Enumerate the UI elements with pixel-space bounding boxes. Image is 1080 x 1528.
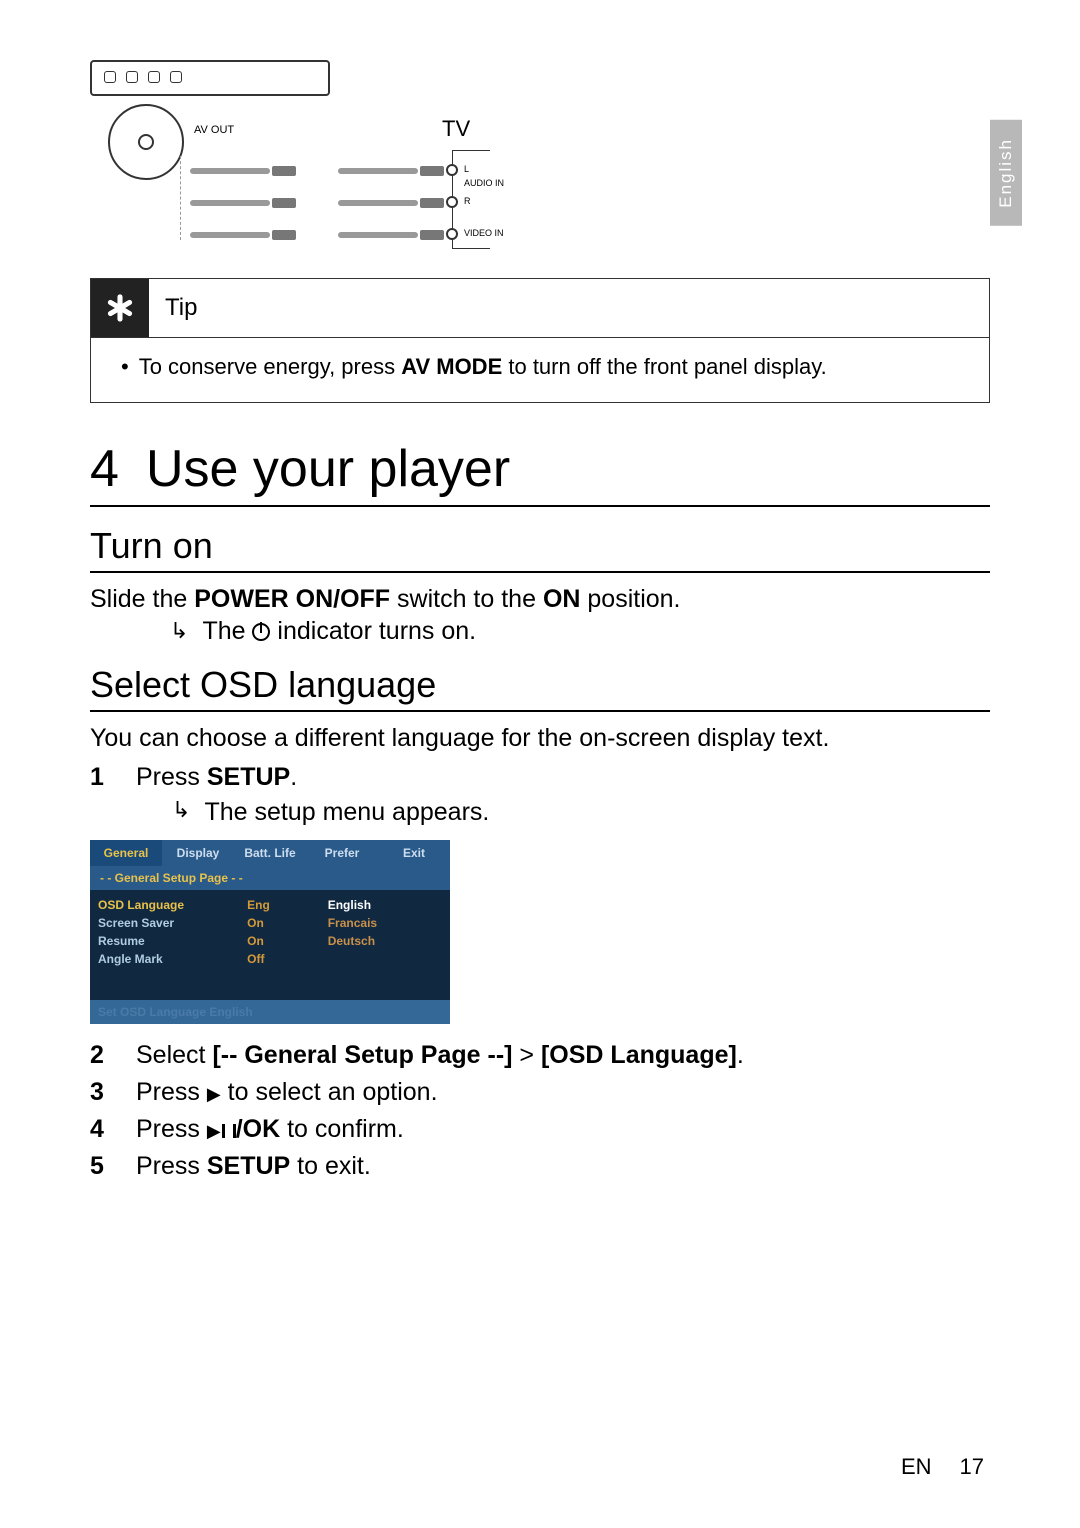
step-2: 2 Select [-- General Setup Page --] > [O… xyxy=(90,1038,990,1073)
steps-list: 1 Press SETUP. ↳ The setup menu appears. xyxy=(90,760,990,830)
osd-menu-screenshot: General Display Batt. Life Prefer Exit -… xyxy=(90,840,450,1024)
osd-val-eng: Eng xyxy=(247,896,316,914)
tip-title: Tip xyxy=(149,294,197,322)
tip-box: Tip •To conserve energy, press AV MODE t… xyxy=(90,278,990,403)
disc-icon xyxy=(108,104,184,180)
language-tab: English xyxy=(990,120,1022,226)
osd-tab-display: Display xyxy=(162,840,234,866)
result-arrow-icon: ↳ xyxy=(170,618,188,644)
av-out-label: AV OUT xyxy=(194,124,234,136)
osd-row-angle-mark: Angle Mark xyxy=(98,950,235,968)
steps-list-cont: 2 Select [-- General Setup Page --] > [O… xyxy=(90,1038,990,1184)
device-top-view xyxy=(90,60,330,96)
audio-in-label: AUDIO IN xyxy=(464,178,504,188)
l-label: L xyxy=(464,164,469,174)
section-title: Use your player xyxy=(146,440,510,498)
turn-on-result: ↳ The indicator turns on. xyxy=(90,617,990,646)
turn-on-heading: Turn on xyxy=(90,525,990,573)
footer-page-number: 17 xyxy=(960,1454,984,1480)
osd-lang-francais: Francais xyxy=(328,914,442,932)
osd-footer: Set OSD Language English xyxy=(90,1000,450,1024)
select-osd-heading: Select OSD language xyxy=(90,664,990,712)
connection-diagram: AV OUT TV L R AUDIO IN VIDEO IN xyxy=(90,60,570,260)
tip-body: •To conserve energy, press AV MODE to tu… xyxy=(91,338,989,402)
tv-label: TV xyxy=(442,116,470,142)
osd-page-bar: - - General Setup Page - - xyxy=(90,866,450,890)
result-arrow-icon: ↳ xyxy=(172,795,190,830)
osd-tabs: General Display Batt. Life Prefer Exit xyxy=(90,840,450,866)
osd-tab-prefer: Prefer xyxy=(306,840,378,866)
page-footer: EN 17 xyxy=(901,1454,984,1480)
osd-val-on2: On xyxy=(247,932,316,950)
osd-row-screen-saver: Screen Saver xyxy=(98,914,235,932)
video-in-label: VIDEO IN xyxy=(464,228,504,238)
osd-lang-deutsch: Deutsch xyxy=(328,932,442,950)
osd-val-off: Off xyxy=(247,950,316,968)
osd-tab-exit: Exit xyxy=(378,840,450,866)
tip-header: Tip xyxy=(91,279,989,338)
step-3: 3 Press to select an option. xyxy=(90,1075,990,1110)
play-icon xyxy=(207,1078,221,1106)
step-4: 4 Press /OK to confirm. xyxy=(90,1112,990,1147)
play-pause-icon xyxy=(207,1119,236,1144)
section-heading: 4Use your player xyxy=(90,439,990,507)
section-number: 4 xyxy=(90,439,146,499)
osd-row-resume: Resume xyxy=(98,932,235,950)
osd-lang-english: English xyxy=(328,896,442,914)
select-osd-intro: You can choose a different language for … xyxy=(90,722,990,756)
r-label: R xyxy=(464,196,471,206)
step-5: 5 Press SETUP to exit. xyxy=(90,1149,990,1184)
osd-val-on1: On xyxy=(247,914,316,932)
step-1: 1 Press SETUP. ↳ The setup menu appears. xyxy=(90,760,990,830)
power-icon xyxy=(252,623,270,641)
osd-tab-batt: Batt. Life xyxy=(234,840,306,866)
tip-asterisk-icon xyxy=(91,279,149,337)
osd-row-osd-language: OSD Language xyxy=(98,896,235,914)
osd-tab-general: General xyxy=(90,840,162,866)
turn-on-instruction: Slide the POWER ON/OFF switch to the ON … xyxy=(90,583,990,617)
footer-lang: EN xyxy=(901,1454,932,1480)
